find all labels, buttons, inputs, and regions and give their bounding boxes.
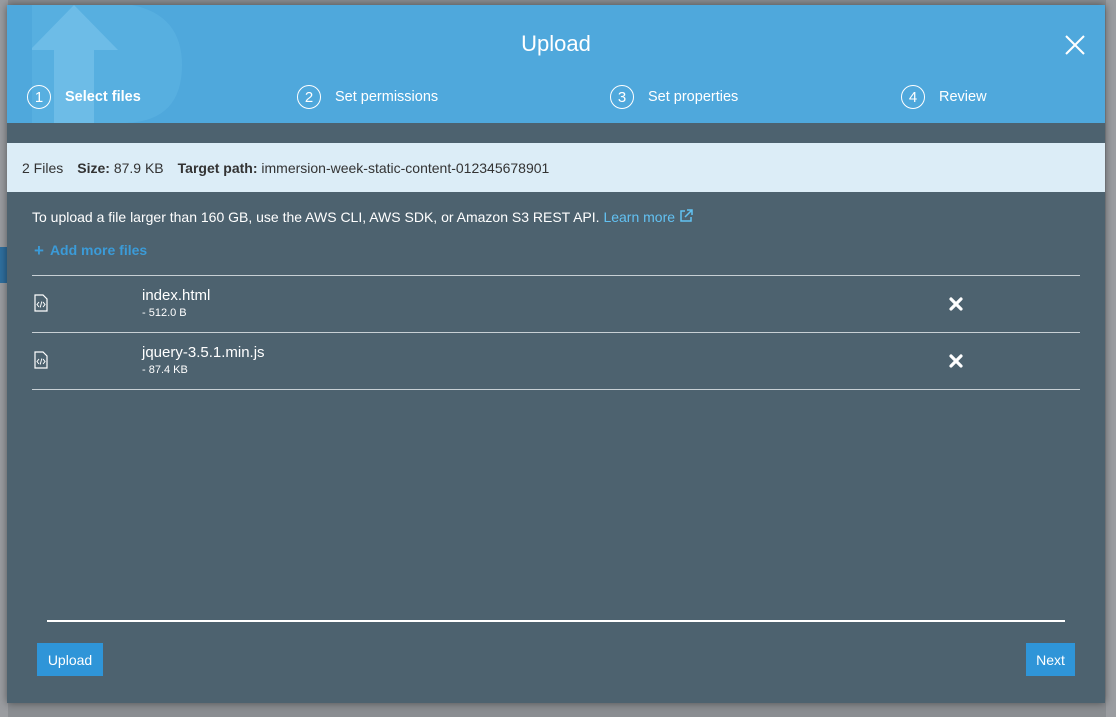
upload-limit-text: To upload a file larger than 160 GB, use…	[32, 209, 600, 225]
target-path-label: Target path:	[177, 159, 258, 176]
next-button[interactable]: Next	[1026, 643, 1075, 676]
file-list: index.html - 512.0 B jquery-3.5.1.min.js…	[32, 275, 1080, 390]
step-label: Select files	[65, 89, 141, 105]
external-link-icon	[680, 209, 693, 222]
step-number: 1	[27, 85, 51, 109]
step-number: 2	[297, 85, 321, 109]
code-file-icon	[34, 351, 48, 369]
size-summary: Size: 87.9 KB	[77, 160, 163, 176]
size-value: 87.9 KB	[113, 159, 164, 176]
plus-icon: +	[34, 241, 44, 260]
upload-button[interactable]: Upload	[37, 643, 103, 676]
step-label: Set permissions	[335, 89, 439, 105]
file-row: index.html - 512.0 B	[32, 275, 1080, 332]
upload-info: To upload a file larger than 160 GB, use…	[32, 209, 693, 225]
upload-summary-bar: 2 Files Size: 87.9 KB Target path: immer…	[7, 143, 1105, 192]
close-icon[interactable]	[1063, 33, 1087, 57]
step-select-files[interactable]: 1 Select files	[27, 83, 141, 111]
step-label: Set properties	[648, 89, 739, 105]
step-number: 4	[901, 85, 925, 109]
step-number: 3	[610, 85, 634, 109]
size-label: Size:	[77, 159, 110, 176]
modal-title: Upload	[521, 31, 591, 56]
add-more-files-button[interactable]: + Add more files	[34, 241, 147, 261]
step-label: Review	[939, 89, 987, 105]
target-path-summary: Target path: immersion-week-static-conte…	[178, 160, 550, 176]
learn-more-label: Learn more	[603, 209, 676, 225]
remove-icon[interactable]	[948, 353, 964, 369]
file-size: - 512.0 B	[142, 307, 187, 319]
file-row: jquery-3.5.1.min.js - 87.4 KB	[32, 332, 1080, 390]
file-size: - 87.4 KB	[142, 364, 188, 376]
background-selected-item	[0, 247, 7, 283]
modal-header: Upload 1 Select files 2 Set permissions …	[7, 5, 1105, 123]
footer-divider	[47, 620, 1065, 622]
code-file-icon	[34, 294, 48, 312]
step-set-permissions[interactable]: 2 Set permissions	[297, 83, 438, 111]
wizard-steps: 1 Select files 2 Set permissions 3 Set p…	[7, 83, 1105, 113]
step-set-properties[interactable]: 3 Set properties	[610, 83, 738, 111]
file-name: jquery-3.5.1.min.js	[142, 344, 265, 361]
background-glyph	[0, 70, 6, 90]
step-review[interactable]: 4 Review	[901, 83, 987, 111]
add-more-files-label: Add more files	[49, 242, 148, 258]
target-path-value: immersion-week-static-content-0123456789…	[261, 159, 550, 176]
upload-modal: Upload 1 Select files 2 Set permissions …	[7, 5, 1105, 703]
background-right-strip	[1106, 0, 1116, 717]
files-count: 2 Files	[22, 159, 64, 176]
learn-more-link[interactable]: Learn more	[603, 209, 693, 225]
remove-icon[interactable]	[948, 296, 964, 312]
file-name: index.html	[142, 287, 211, 304]
